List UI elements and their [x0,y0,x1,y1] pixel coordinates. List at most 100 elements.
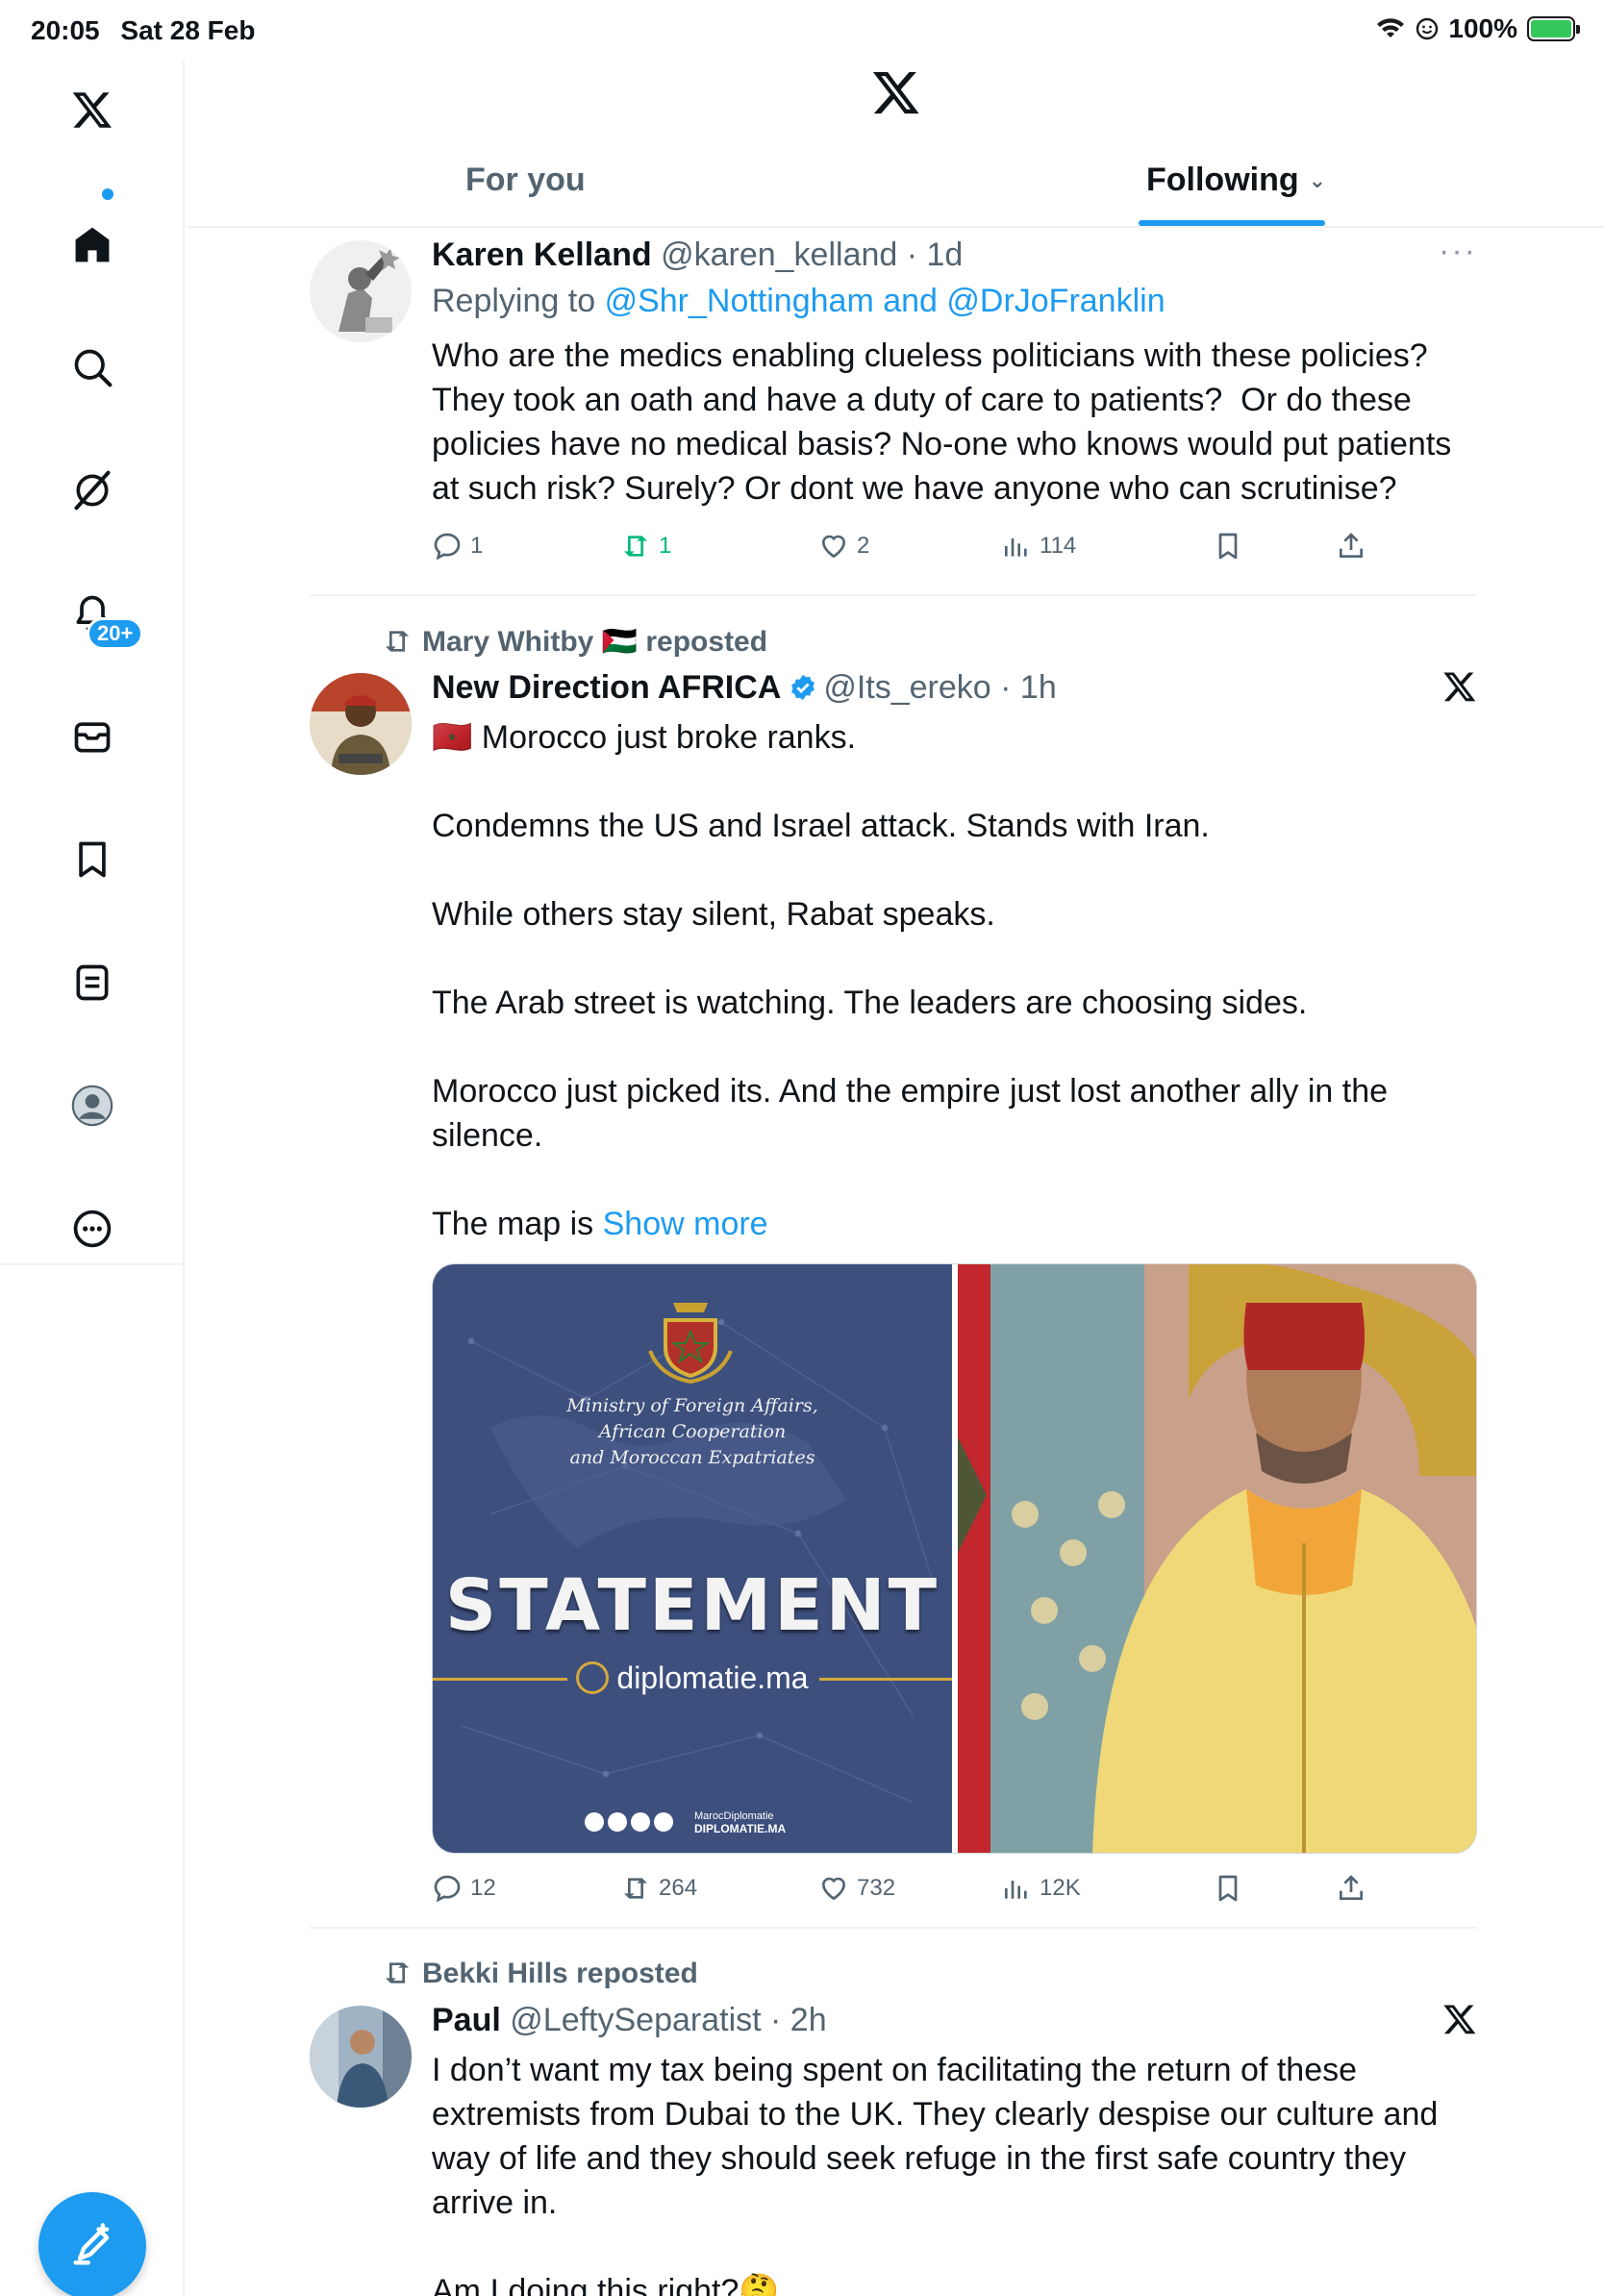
reply-button[interactable]: 1 [432,531,483,562]
repost-count: 1 [659,533,672,559]
share-button[interactable] [1336,531,1366,562]
status-bar: 20:05 Sat 28 Feb 100% [0,0,1604,60]
repost-icon [386,1962,409,1984]
heart-icon [821,535,846,559]
avatar[interactable] [310,2006,412,2108]
views-chart-icon [1005,538,1027,557]
repost-icon [624,1878,647,1899]
tweet-media[interactable]: Ministry of Foreign Affairs, African Coo… [432,1263,1477,1854]
home-notification-dot [102,188,113,200]
repost-context: Mary Whitby 🇵🇸 reposted [382,625,767,659]
search-icon[interactable] [65,340,119,394]
statement-headline: STATEMENT [444,1564,940,1647]
views-count: 12K [1040,1875,1081,1901]
bookmark-icon [1218,533,1238,560]
tweet-text: 🇲🇦 Morocco just broke ranks. Condemns th… [432,715,1480,1246]
status-time: 20:05 [31,15,100,45]
x-logo-icon[interactable] [871,67,921,117]
messages-icon[interactable] [65,710,119,763]
more-options-icon[interactable] [65,1202,119,1256]
share-button[interactable] [1336,1873,1366,1904]
bookmarks-icon[interactable] [65,833,119,886]
bookmark-icon [1218,1875,1238,1902]
tweet-text: I don’t want my tax being spent on facil… [432,2052,1439,2296]
repost-icon [624,536,647,557]
portrait-image[interactable] [958,1264,1476,1853]
globe-icon [576,1661,610,1694]
share-icon [1340,1875,1363,1900]
notifications-badge: 20+ [87,617,144,650]
dot-separator: · [897,237,927,273]
dot-separator: · [990,669,1020,706]
author-name[interactable]: Paul [432,2002,501,2038]
tab-for-you[interactable]: For you [465,162,586,199]
post-time[interactable]: 2h [790,2002,827,2038]
grok-icon[interactable] [65,463,119,517]
avatar[interactable] [310,673,412,775]
share-icon [1340,533,1363,558]
author-name[interactable]: New Direction AFRICA [432,669,781,706]
active-tab-indicator [1139,220,1325,226]
show-more-link[interactable]: Show more [603,1206,768,1242]
x-logo-icon[interactable] [65,83,119,137]
bookmark-button[interactable] [1213,531,1243,562]
chevron-down-icon: ⌄ [1308,168,1327,192]
tab-for-you-label: For you [465,162,586,198]
battery-icon [1527,16,1580,41]
site-text: diplomatie.ma [616,1660,809,1695]
battery-percent: 100% [1448,13,1517,43]
author-name[interactable]: Karen Kelland [432,237,652,273]
status-date: Sat 28 Feb [120,15,256,45]
like-button[interactable]: 732 [818,1873,895,1904]
tweet-actions: 12 264 732 12K [432,1873,1480,1911]
footer-main: DIPLOMATIE.MA [694,1822,787,1835]
reply-icon [434,1875,461,1903]
views-chart-icon [1005,1881,1027,1899]
like-button[interactable]: 2 [818,531,869,562]
repost-count: 264 [659,1875,698,1901]
facebook-icon [585,1812,604,1832]
timeline-header: For you Following ⌄ [187,60,1604,228]
author-handle[interactable]: @Its_ereko [823,669,990,706]
home-icon[interactable] [65,217,119,271]
repost-button[interactable]: 1 [620,531,671,562]
tweet-text-body: 🇲🇦 Morocco just broke ranks. Condemns th… [432,719,1389,1242]
focus-icon [1416,17,1439,40]
profile-avatar-icon[interactable] [65,1079,119,1133]
bookmark-button[interactable] [1213,1873,1243,1904]
like-count: 2 [857,533,870,559]
statement-image[interactable]: Ministry of Foreign Affairs, African Coo… [433,1264,952,1853]
moroccan-emblem-icon [648,1303,733,1385]
author-handle[interactable]: @karen_kelland [661,237,897,273]
tweet-divider [310,1927,1477,1929]
twitter-icon [608,1812,627,1832]
reply-button[interactable]: 12 [432,1873,496,1904]
post-time[interactable]: 1h [1020,669,1057,706]
like-count: 732 [857,1875,896,1901]
views-button[interactable]: 114 [1001,531,1076,562]
lists-icon[interactable] [65,956,119,1010]
tab-following[interactable]: Following ⌄ [1146,162,1326,199]
repost-context: Bekki Hills reposted [382,1958,698,1990]
repost-button[interactable]: 264 [620,1873,697,1904]
statement-site: diplomatie.ma [433,1660,952,1696]
post-time[interactable]: 1d [927,237,964,273]
views-button[interactable]: 12K [1001,1873,1081,1904]
author-handle[interactable]: @LeftySeparatist [510,2002,761,2038]
replying-to-handles[interactable]: @Shr_Nottingham and @DrJoFranklin [605,283,1165,319]
reposted-by[interactable]: Bekki Hills reposted [422,1958,698,1989]
reply-count: 1 [470,533,484,559]
avatar[interactable] [310,240,412,342]
replying-to: Replying to @Shr_Nottingham and @DrJoFra… [432,283,1480,320]
instagram-icon [654,1812,673,1832]
reply-icon [434,533,461,561]
sidebar: 20+ [0,60,185,2296]
reposted-by[interactable]: Mary Whitby 🇵🇸 reposted [422,626,767,658]
social-icons [585,1812,673,1832]
compose-post-button[interactable] [38,2192,146,2296]
dot-separator: · [761,2002,790,2038]
statement-footer: MarocDiplomatie DIPLOMATIE.MA [694,1810,786,1835]
compose-feather-icon [73,2223,110,2265]
youtube-icon [631,1812,650,1832]
repost-icon [386,631,409,652]
